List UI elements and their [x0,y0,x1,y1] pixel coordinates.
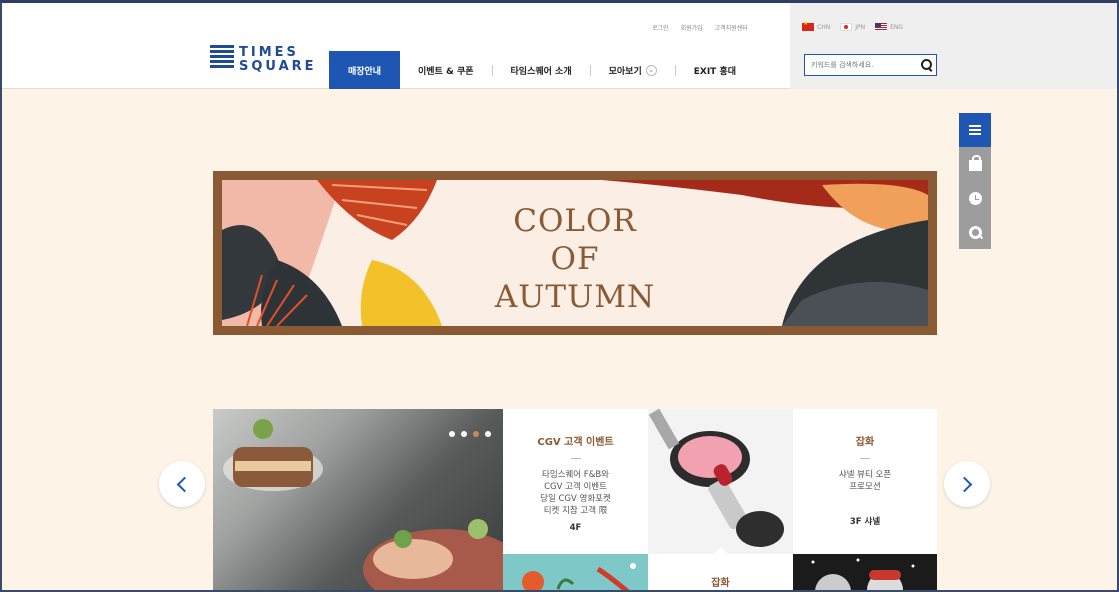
banner-title: COLOR OF AUTUMN [494,203,656,315]
chevron-left-icon [176,476,193,492]
nav-exit-hongdae[interactable]: EXIT 홍대 [676,51,754,89]
prev-slide-button[interactable] [159,461,205,507]
customer-center-link[interactable]: 고객지원센터 [715,23,748,32]
search-input[interactable] [805,55,916,75]
accessories-card-title: 잡화 [711,578,730,589]
times-square-logo[interactable]: TIMES SQUARE [210,45,317,75]
nav-store-guide[interactable]: 매장안내 [329,51,400,89]
cgv-card-floor: 4F [569,523,582,533]
quick-hours-button[interactable] [959,181,991,215]
nav-collection[interactable]: 모아보기 ⌄ [591,51,675,89]
food-illustration[interactable] [503,554,648,590]
slide-dot[interactable] [461,431,467,437]
china-flag-icon [802,20,814,31]
signup-link[interactable]: 회원가입 [681,23,703,32]
accessories-card[interactable]: 잡화 [648,547,793,590]
beauty-promo-card[interactable]: 잡화 샤넬 뷰티 오픈 프로모션 3F 샤넬 [793,409,937,554]
autumn-banner[interactable]: COLOR OF AUTUMN [213,171,937,335]
logo-line-1: TIMES [239,45,299,60]
slide-dots [449,431,491,437]
site-header: 로그인 회원가입 고객지원센터 CHN JPN ENG TIMES [2,3,1117,89]
utility-links: 로그인 회원가입 고객지원센터 [652,23,748,32]
clock-icon [968,191,982,205]
search-box [804,54,937,76]
makeup-photo[interactable] [648,409,793,554]
cgv-card-body: 타임스퀘어 F&B와 CGV 고객 이벤트 당일 CGV 영화포켓 티켓 지참 … [540,470,611,516]
chevron-down-icon: ⌄ [645,64,657,76]
logo-line-2: SQUARE [239,59,317,74]
slide-dot[interactable] [485,431,491,437]
quick-menu-button[interactable] [959,113,991,147]
login-link[interactable]: 로그인 [652,23,669,32]
language-jpn[interactable]: JPN [840,23,865,31]
language-chn[interactable]: CHN [802,20,830,31]
menu-icon [969,125,981,135]
quick-menu [959,113,991,249]
language-selector: CHN JPN ENG [802,20,903,31]
main-nav: 매장안내 이벤트 & 쿠폰 타임스퀘어 소개 모아보기 ⌄ EXIT 홍대 [329,51,754,89]
header-utility-panel [790,3,1117,89]
people-photo[interactable] [793,554,937,590]
slide-dot[interactable] [449,431,455,437]
food-photo[interactable] [213,409,503,590]
browser-frame: 로그인 회원가입 고객지원센터 CHN JPN ENG TIMES [0,0,1119,592]
beauty-card-body: 샤넬 뷰티 오픈 프로모션 [838,470,892,492]
logo-mark-icon [210,45,234,75]
quick-shopping-button[interactable] [959,147,991,181]
promo-grid: CGV 고객 이벤트 타임스퀘어 F&B와 CGV 고객 이벤트 당일 CGV … [213,409,937,590]
cgv-event-card[interactable]: CGV 고객 이벤트 타임스퀘어 F&B와 CGV 고객 이벤트 당일 CGV … [503,409,648,554]
nav-about[interactable]: 타임스퀘어 소개 [493,51,590,89]
slide-dot-active[interactable] [473,431,479,437]
shopping-bag-icon [968,155,982,171]
japan-flag-icon [840,23,853,31]
usa-flag-icon [875,23,888,31]
beauty-card-title: 잡화 [855,437,875,448]
q-icon [968,225,982,239]
chevron-right-icon [956,476,973,492]
quick-search-button[interactable] [959,215,991,249]
nav-collection-label: 모아보기 [608,66,642,77]
nav-events-coupons[interactable]: 이벤트 & 쿠폰 [400,51,492,89]
next-slide-button[interactable] [944,461,990,507]
language-eng[interactable]: ENG [875,23,903,31]
search-icon[interactable] [916,55,936,75]
cgv-card-title: CGV 고객 이벤트 [537,437,614,448]
beauty-card-floor: 3F 샤넬 [849,517,881,527]
